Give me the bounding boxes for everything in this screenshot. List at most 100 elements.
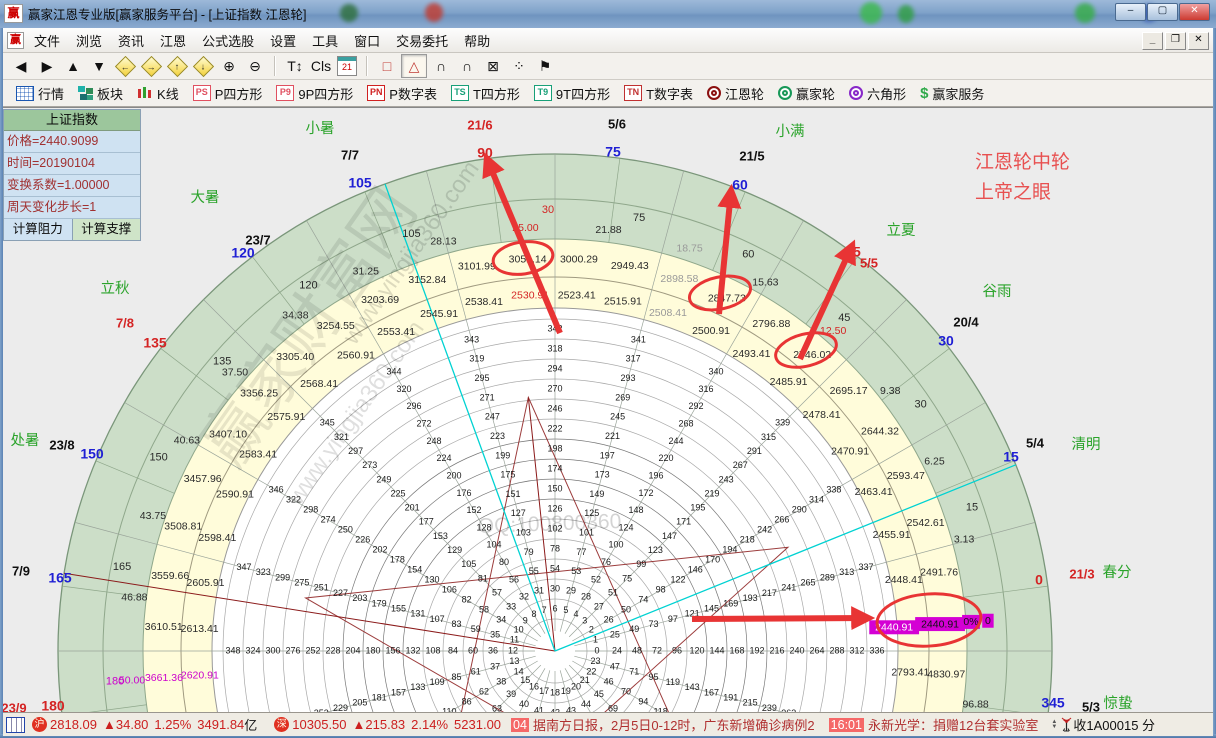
svg-text:119: 119 (666, 677, 680, 687)
svg-text:347: 347 (236, 562, 251, 572)
tool-t-square[interactable]: TST四方形 (446, 82, 525, 105)
9t-square-icon: T9 (534, 85, 552, 101)
svg-text:131: 131 (410, 609, 425, 619)
tool-hexagon[interactable]: 六角形 (844, 82, 911, 105)
degree-value: 15 (966, 501, 978, 513)
terms-label: 小暑 (306, 120, 335, 137)
t-table-icon: TN (624, 85, 642, 101)
price-outer-value: 2491.76 (920, 567, 958, 579)
svg-text:249: 249 (376, 474, 391, 484)
svg-text:35: 35 (490, 629, 500, 639)
pointer-down-button[interactable]: ▼ (87, 55, 111, 77)
arc-tool-button[interactable]: ∩ (429, 55, 453, 77)
triangle-tool-button[interactable]: △ (401, 54, 427, 78)
price-outer-value: 3152.84 (408, 274, 446, 286)
price-inner-value: 2583.41 (239, 448, 277, 460)
svg-text:248: 248 (426, 436, 441, 446)
price-inner-value: 2500.91 (692, 325, 730, 337)
svg-text:316: 316 (698, 384, 713, 394)
svg-text:78: 78 (550, 543, 560, 553)
news-ticker-2[interactable]: 永新光学：捐赠12台套实验室 (868, 715, 1038, 734)
price-inner-value: 2793.41 (891, 667, 929, 679)
tool-p-table[interactable]: PNP数字表 (362, 82, 442, 105)
menu-item-0[interactable]: 文件 (26, 28, 68, 53)
svg-text:23: 23 (591, 656, 601, 666)
ticker-scroll-buttons[interactable]: ▲▼ (1051, 720, 1057, 730)
child-minimize-button[interactable]: _ (1142, 32, 1163, 50)
title-bar[interactable]: 赢 赢家江恩专业版[赢家服务平台] - [上证指数 江恩轮] – ▢ ✕ (0, 0, 1216, 28)
maximize-button[interactable]: ▢ (1147, 3, 1178, 21)
forward-button[interactable]: ▶ (35, 55, 59, 77)
tool-blocks[interactable]: 板块 (73, 82, 128, 105)
tool-kline[interactable]: K线 (132, 82, 184, 105)
news-time-1: 04 (511, 718, 529, 732)
blocks-label: 板块 (97, 84, 123, 103)
zoom-in-button[interactable]: ⊕ (217, 55, 241, 77)
minimize-button[interactable]: – (1115, 3, 1146, 21)
tool-p-square[interactable]: PSP四方形 (188, 82, 268, 105)
svg-text:173: 173 (595, 470, 610, 480)
quotes-grid-icon[interactable] (6, 717, 25, 733)
svg-text:28: 28 (581, 592, 591, 602)
pointer-up-button[interactable]: ▲ (61, 55, 85, 77)
news-ticker-1[interactable]: 据南方日报，2月5日0-12时，广东新增确诊病例2 (533, 715, 815, 734)
rect-tool-button[interactable]: □ (375, 55, 399, 77)
menu-item-8[interactable]: 交易委托 (388, 28, 456, 53)
svg-text:175: 175 (500, 470, 515, 480)
close-button[interactable]: ✕ (1179, 3, 1210, 21)
child-restore-button[interactable]: ❐ (1165, 32, 1186, 50)
svg-text:297: 297 (348, 446, 363, 456)
svg-text:13: 13 (509, 656, 519, 666)
menu-item-5[interactable]: 设置 (262, 28, 304, 53)
tool-winner-service[interactable]: $赢家服务 (915, 82, 989, 105)
svg-text:127: 127 (511, 508, 526, 518)
center-tool-button[interactable]: ⁘ (507, 55, 531, 77)
calendar-button[interactable]: 21 (335, 55, 359, 77)
svg-text:27: 27 (594, 602, 604, 612)
svg-text:194: 194 (722, 544, 737, 554)
degrees-label: 135 (143, 335, 167, 351)
tool-t-table[interactable]: TNT数字表 (619, 82, 698, 105)
child-close-button[interactable]: ✕ (1188, 32, 1209, 50)
zoom-out-button[interactable]: ⊖ (243, 55, 267, 77)
price-inner-value: 2560.91 (337, 350, 375, 362)
svg-text:24: 24 (612, 645, 622, 655)
flag-tool-button[interactable]: ⚑ (533, 55, 557, 77)
menu-item-2[interactable]: 资讯 (110, 28, 152, 53)
menu-item-1[interactable]: 浏览 (68, 28, 110, 53)
t-scale-button[interactable]: T↕ (283, 55, 307, 77)
pan-right-button[interactable]: → (139, 55, 163, 77)
svg-text:57: 57 (492, 587, 502, 597)
pan-up-button[interactable]: ↑ (165, 55, 189, 77)
calc-resistance-button[interactable]: 计算阻力 (4, 219, 73, 240)
cls-button[interactable]: Cls (309, 55, 333, 77)
terms-label: 立秋 (101, 280, 130, 297)
price-inner-value: 2620.91 (181, 670, 219, 682)
pan-left-button[interactable]: ← (113, 55, 137, 77)
back-button[interactable]: ◀ (9, 55, 33, 77)
menu-item-4[interactable]: 公式选股 (194, 28, 262, 53)
arc2-tool-button[interactable]: ∩ (455, 55, 479, 77)
svg-text:12: 12 (508, 645, 518, 655)
svg-text:8: 8 (531, 609, 536, 619)
tool-quotes[interactable]: 行情 (11, 82, 69, 105)
tool-9t-square[interactable]: T99T四方形 (529, 82, 615, 105)
svg-text:109: 109 (430, 677, 445, 687)
menu-item-6[interactable]: 工具 (304, 28, 346, 53)
svg-text:155: 155 (391, 603, 406, 613)
menu-item-9[interactable]: 帮助 (456, 28, 498, 53)
pan-down-button[interactable]: ↓ (191, 55, 215, 77)
tool-9p-square[interactable]: P99P四方形 (271, 82, 358, 105)
boxed-x-tool-button[interactable]: ⊠ (481, 55, 505, 77)
terms-label: 大暑 (191, 189, 220, 206)
menu-item-3[interactable]: 江恩 (152, 28, 194, 53)
svg-text:3: 3 (582, 616, 587, 626)
calc-support-button[interactable]: 计算支撑 (73, 219, 141, 240)
svg-text:81: 81 (478, 573, 488, 583)
menu-item-7[interactable]: 窗口 (346, 28, 388, 53)
dates-label: 21/5 (739, 148, 764, 163)
tool-winner-wheel[interactable]: 赢家轮 (773, 82, 840, 105)
kline-label: K线 (157, 84, 179, 103)
winner-wheel-icon (778, 86, 792, 100)
tool-gann-wheel[interactable]: 江恩轮 (702, 82, 769, 105)
